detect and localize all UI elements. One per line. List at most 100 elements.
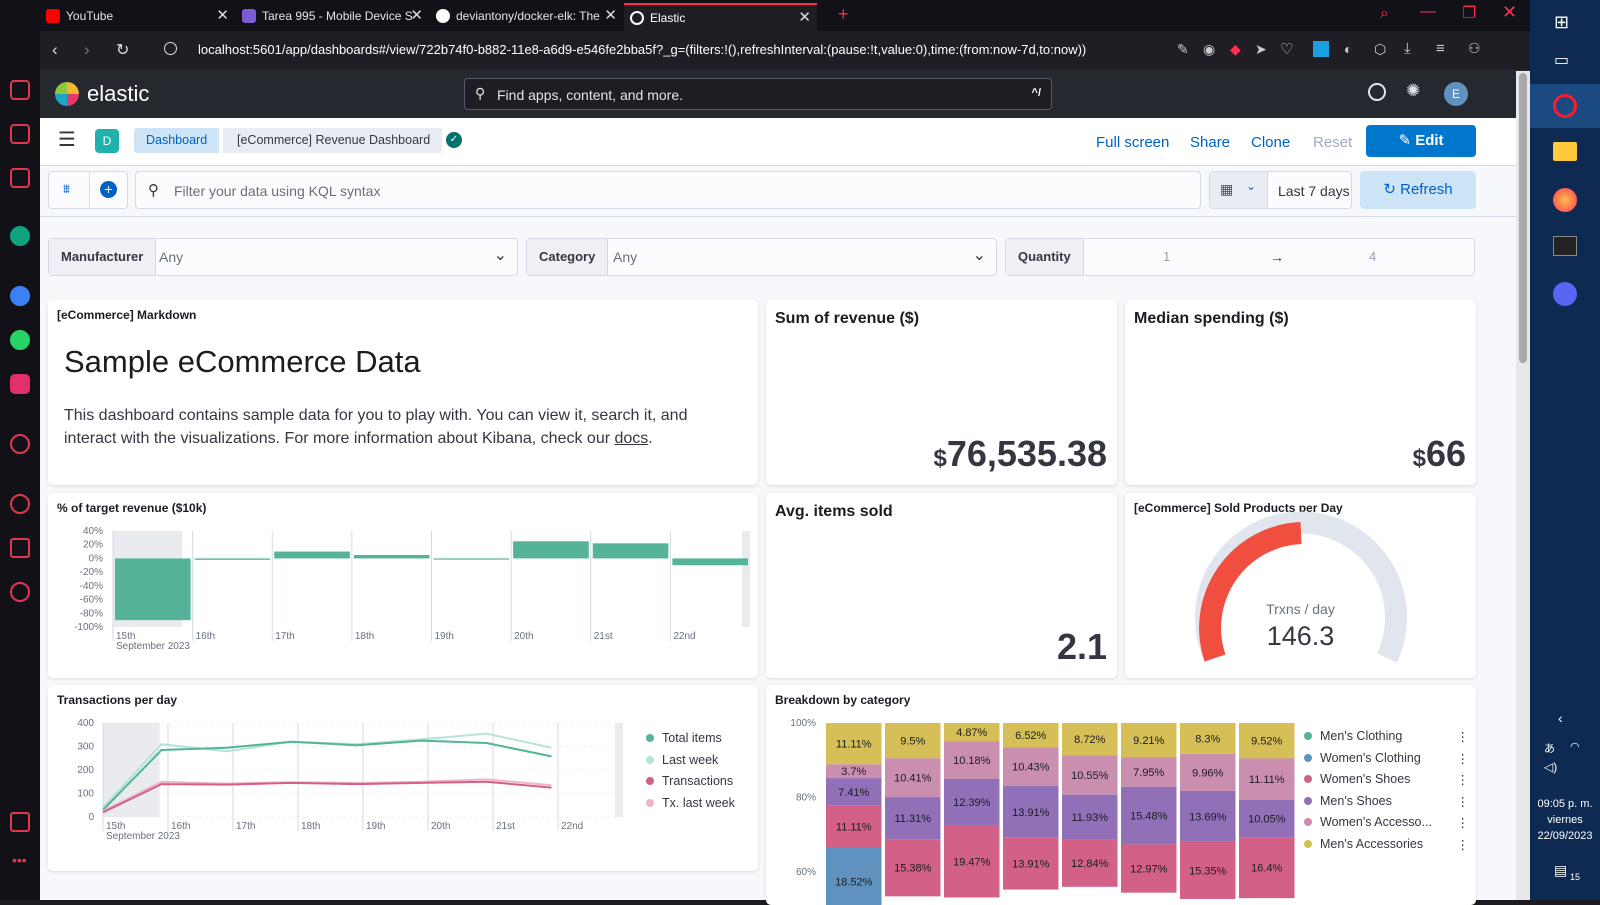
tab-github[interactable]: deviantony/docker-elk: The ✕ — [430, 3, 623, 31]
date-quick-menu[interactable]: ▦ ⌄ — [1210, 172, 1268, 208]
logo-text[interactable]: elastic — [87, 81, 149, 107]
instagram-icon[interactable] — [10, 374, 30, 394]
snapshot-icon[interactable]: ◉ — [1203, 41, 1215, 58]
quantity-control[interactable]: Quantity 1 → 4 — [1005, 238, 1475, 276]
edit-page-icon[interactable]: ✎ — [1177, 41, 1189, 58]
workspace-icon[interactable] — [10, 124, 30, 144]
settings-icon[interactable] — [10, 582, 30, 602]
close-icon[interactable]: ✕ — [604, 3, 617, 29]
legend-actions-icon[interactable]: ⋮ — [1457, 772, 1470, 787]
avatar[interactable]: E — [1444, 82, 1468, 106]
legend-actions-icon[interactable]: ⋮ — [1457, 751, 1470, 766]
terminal-icon[interactable] — [1553, 236, 1577, 256]
site-info-icon[interactable] — [164, 42, 177, 55]
clock[interactable]: 09:05 p. m. viernes 22/09/2023 — [1530, 796, 1600, 844]
messenger-icon[interactable] — [10, 286, 30, 306]
legend-actions-icon[interactable]: ⋮ — [1457, 729, 1470, 744]
legend-item[interactable]: Transactions — [646, 774, 733, 788]
fullscreen-button[interactable]: Full screen — [1096, 134, 1169, 151]
legend-actions-icon[interactable]: ⋮ — [1457, 815, 1470, 830]
category-control[interactable]: Category Any ⌄ — [526, 238, 997, 276]
minimize-icon[interactable]: — — [1420, 3, 1436, 21]
docs-link[interactable]: docs — [615, 430, 649, 447]
menu-icon[interactable]: ≡ — [1436, 40, 1445, 57]
filter-options-icon[interactable]: ⩩ — [63, 181, 70, 197]
date-picker[interactable]: ▦ ⌄ Last 7 days — [1209, 171, 1352, 209]
more-icon[interactable]: ••• — [12, 852, 27, 868]
profile-icon[interactable]: ⚇ — [1468, 40, 1481, 57]
opera-icon[interactable] — [1553, 94, 1577, 118]
tab-elastic[interactable]: Elastic ✕ — [624, 3, 817, 31]
legend-item[interactable]: Women's Accesso... ⋮ — [1304, 815, 1470, 830]
player-icon[interactable] — [10, 434, 30, 454]
legend-actions-icon[interactable]: ⋮ — [1457, 837, 1470, 852]
legend-item[interactable]: Total items — [646, 731, 722, 745]
volume-icon[interactable]: ◁) — [1544, 760, 1557, 774]
windows-start-icon[interactable]: ⊞ — [1554, 12, 1569, 33]
gallery-icon[interactable] — [10, 812, 30, 832]
wifi-icon[interactable]: ◠ — [1570, 740, 1580, 753]
quantity-min[interactable]: 1 — [1163, 239, 1170, 275]
edit-button[interactable]: ✎ Edit — [1366, 125, 1476, 157]
file-explorer-icon[interactable] — [1553, 142, 1577, 161]
whatsapp-icon[interactable] — [10, 330, 30, 350]
add-filter-icon[interactable]: + — [100, 181, 117, 198]
heart-icon[interactable]: ♡ — [1280, 40, 1293, 58]
time-range[interactable]: Last 7 days — [1278, 183, 1350, 199]
back-icon[interactable]: ‹ — [52, 40, 58, 60]
ime-icon[interactable]: あ — [1544, 740, 1555, 756]
close-icon[interactable]: ✕ — [216, 3, 229, 29]
firefox-icon[interactable] — [1553, 188, 1577, 212]
history-icon[interactable] — [10, 494, 30, 514]
reload-icon[interactable]: ↻ — [116, 40, 129, 60]
send-icon[interactable]: ➤ — [1255, 41, 1267, 58]
share-button[interactable]: Share — [1190, 134, 1230, 151]
legend-actions-icon[interactable]: ⋮ — [1457, 794, 1470, 809]
legend-item[interactable]: Men's Shoes ⋮ — [1304, 794, 1470, 809]
elastic-logo-icon[interactable] — [55, 82, 79, 106]
extension-icon[interactable] — [1313, 41, 1329, 57]
legend-item[interactable]: Women's Shoes ⋮ — [1304, 772, 1470, 787]
scroll-thumb[interactable] — [1519, 73, 1527, 363]
news-icon[interactable]: ✺ — [1406, 81, 1420, 101]
forward-icon[interactable]: › — [84, 40, 90, 60]
vpn-icon[interactable]: ◐ — [1344, 41, 1352, 57]
space-badge[interactable]: D — [95, 129, 119, 153]
download-icon[interactable]: ⤓ — [1404, 40, 1411, 57]
manufacturer-control[interactable]: Manufacturer Any ⌄ — [48, 238, 518, 276]
breadcrumb-dashboard[interactable]: Dashboard — [134, 128, 220, 153]
speed-dial-icon[interactable] — [10, 80, 30, 100]
legend-item[interactable]: Men's Clothing ⋮ — [1304, 729, 1470, 744]
chevron-left-icon[interactable]: ‹ — [1558, 710, 1563, 726]
aria-icon[interactable] — [10, 168, 30, 188]
task-view-icon[interactable]: ▭ — [1554, 50, 1569, 70]
reset-button[interactable]: Reset — [1313, 134, 1352, 151]
global-search[interactable]: ⚲ Find apps, content, and more. ^/ — [464, 78, 1052, 110]
close-window-icon[interactable]: ✕ — [1502, 2, 1517, 23]
menu-toggle-icon[interactable]: ☰ — [58, 130, 76, 150]
chatgpt-icon[interactable] — [10, 226, 30, 246]
legend-item[interactable]: Women's Clothing ⋮ — [1304, 751, 1470, 766]
discord-icon[interactable] — [1553, 282, 1577, 306]
url-field[interactable]: localhost:5601/app/dashboards#/view/722b… — [198, 42, 1086, 57]
legend-item[interactable]: Last week — [646, 753, 718, 767]
clone-button[interactable]: Clone — [1251, 134, 1290, 151]
close-icon[interactable]: ✕ — [410, 3, 423, 29]
new-tab-button[interactable]: + — [838, 4, 849, 25]
close-icon[interactable]: ✕ — [798, 5, 811, 31]
tab-tarea[interactable]: Tarea 995 - Mobile Device S ✕ — [236, 3, 429, 31]
maximize-icon[interactable]: ❐ — [1462, 3, 1476, 23]
cube-icon[interactable]: ⬡ — [1374, 41, 1386, 58]
quantity-max[interactable]: 4 — [1369, 239, 1376, 275]
extensions-icon[interactable] — [10, 538, 30, 558]
notification-icon[interactable]: ▤ — [1554, 862, 1567, 879]
adblock-icon[interactable]: ◆ — [1230, 41, 1241, 58]
refresh-button[interactable]: ↻ Refresh — [1360, 171, 1476, 209]
legend-item[interactable]: Tx. last week — [646, 796, 735, 810]
search-tabs-icon[interactable]: ⌕ — [1380, 5, 1389, 23]
legend-item[interactable]: Men's Accessories ⋮ — [1304, 837, 1470, 852]
scrollbar[interactable] — [1516, 71, 1530, 900]
tab-youtube[interactable]: YouTube ✕ — [40, 3, 235, 31]
help-icon[interactable] — [1368, 83, 1386, 101]
kql-query-input[interactable]: ⚲ Filter your data using KQL syntax — [135, 171, 1201, 209]
